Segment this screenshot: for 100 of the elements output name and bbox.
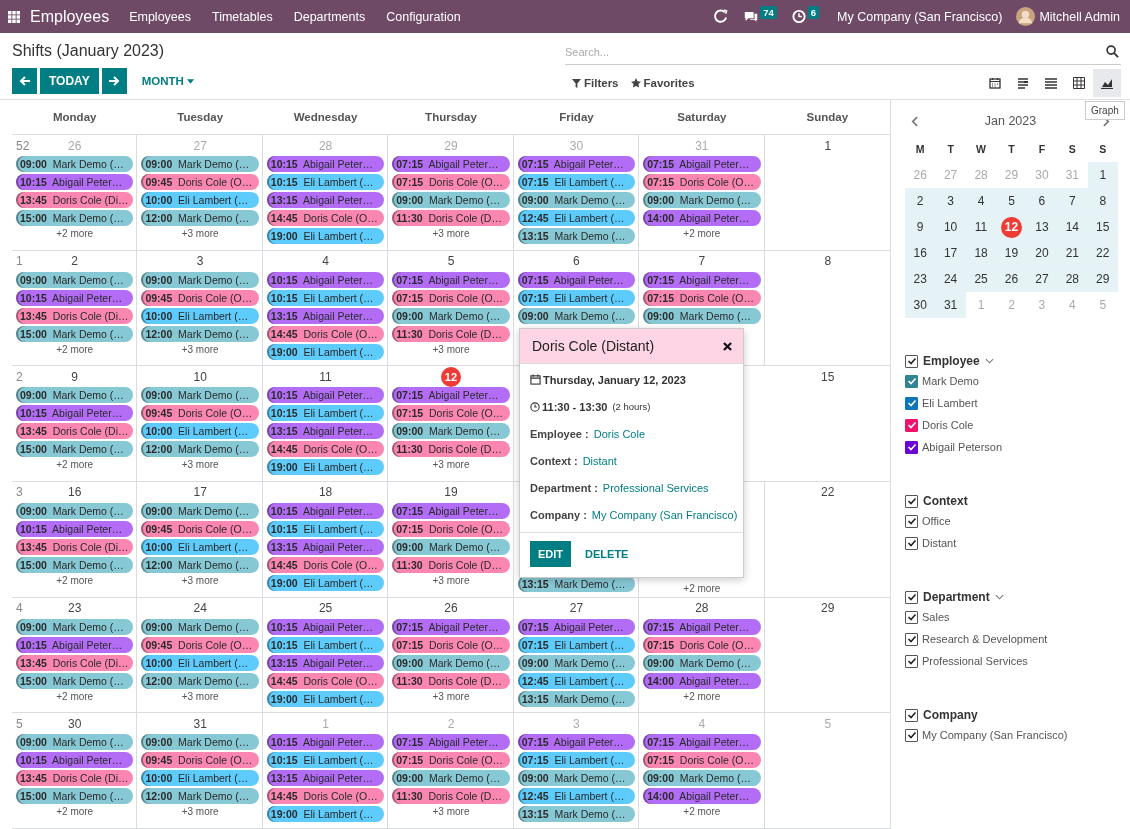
shift-event[interactable]: 14:45 Doris Cole (O… bbox=[266, 441, 385, 458]
shift-event[interactable]: 19:00 Eli Lambert (… bbox=[266, 459, 385, 476]
shift-event[interactable]: 07:15 Eli Lambert (… bbox=[517, 289, 636, 306]
shift-event[interactable]: 09:00 Mark Demo (… bbox=[392, 654, 510, 671]
checkbox[interactable] bbox=[905, 494, 918, 508]
shift-event[interactable]: 15:00 Mark Demo (… bbox=[16, 557, 134, 573]
shift-event[interactable]: 09:00 Mark Demo (… bbox=[141, 618, 259, 635]
shift-event[interactable]: 13:15 Abigail Peter… bbox=[266, 770, 385, 787]
search-icon[interactable] bbox=[1106, 45, 1119, 58]
shift-event[interactable]: 13:45 Doris Cole (Di… bbox=[16, 192, 134, 208]
shift-event[interactable]: 12:00 Mark Demo (… bbox=[141, 210, 259, 226]
shift-event[interactable]: 10:00 Eli Lambert (… bbox=[141, 770, 259, 787]
shift-event[interactable]: 07:15 Abigail Peter… bbox=[643, 734, 761, 751]
more-link[interactable]: +3 more bbox=[141, 343, 259, 355]
shift-event[interactable]: 09:00 Mark Demo (… bbox=[141, 734, 259, 751]
shift-event[interactable]: 07:15 Doris Cole (O… bbox=[392, 636, 510, 653]
shift-event[interactable]: 13:45 Doris Cole (Di… bbox=[16, 654, 134, 671]
shift-event[interactable]: 19:00 Eli Lambert (… bbox=[266, 690, 385, 707]
shift-event[interactable]: 09:00 Mark Demo (… bbox=[16, 156, 134, 172]
shift-event[interactable]: 09:45 Doris Cole (O… bbox=[141, 289, 259, 306]
shift-event[interactable]: 09:00 Mark Demo (… bbox=[392, 770, 510, 787]
shift-event[interactable]: 19:00 Eli Lambert (… bbox=[266, 228, 385, 244]
chevron-left-icon[interactable] bbox=[911, 115, 918, 127]
graph-view-button[interactable] bbox=[1093, 69, 1121, 97]
shift-event[interactable]: 12:00 Mark Demo (… bbox=[141, 325, 259, 342]
app-name[interactable]: Employees bbox=[30, 7, 110, 26]
shift-event[interactable]: 07:15 Doris Cole (O… bbox=[392, 174, 510, 190]
shift-event[interactable]: 12:00 Mark Demo (… bbox=[141, 557, 259, 573]
shift-event[interactable]: 07:15 Abigail Peter… bbox=[643, 156, 761, 172]
shift-event[interactable]: 07:15 Abigail Peter… bbox=[392, 618, 510, 635]
clock-icon[interactable] bbox=[790, 9, 807, 24]
field-value-link[interactable]: My Company (San Francisco) bbox=[591, 508, 738, 521]
shift-event[interactable]: 09:00 Mark Demo (… bbox=[141, 503, 259, 519]
shift-event[interactable]: 10:15 Eli Lambert (… bbox=[266, 405, 385, 422]
more-link[interactable]: +2 more bbox=[16, 343, 134, 355]
shift-event[interactable]: 09:00 Mark Demo (… bbox=[517, 192, 636, 208]
apps-grid-icon[interactable] bbox=[8, 10, 20, 23]
more-link[interactable]: +2 more bbox=[16, 228, 134, 239]
shift-event[interactable]: 07:15 Eli Lambert (… bbox=[517, 752, 636, 769]
shift-event[interactable]: 07:15 Abigail Peter… bbox=[643, 271, 761, 288]
shift-event[interactable]: 07:15 Doris Cole (O… bbox=[392, 521, 510, 537]
shift-event[interactable]: 14:45 Doris Cole (O… bbox=[266, 557, 385, 573]
chat-icon[interactable] bbox=[743, 9, 760, 24]
shift-event[interactable]: 11:30 Doris Cole (D… bbox=[392, 788, 510, 805]
shift-event[interactable]: 13:15 Abigail Peter… bbox=[266, 192, 385, 208]
checkbox[interactable] bbox=[905, 514, 918, 528]
shift-event[interactable]: 07:15 Eli Lambert (… bbox=[517, 636, 636, 653]
shift-event[interactable]: 10:00 Eli Lambert (… bbox=[141, 539, 259, 555]
shift-event[interactable]: 10:15 Abigail Peter… bbox=[16, 174, 134, 190]
shift-event[interactable]: 14:00 Abigail Peter… bbox=[643, 788, 761, 805]
shift-event[interactable]: 09:45 Doris Cole (O… bbox=[141, 174, 259, 190]
previous-button[interactable] bbox=[12, 68, 37, 94]
checkbox[interactable] bbox=[905, 610, 918, 624]
shift-event[interactable]: 15:00 Mark Demo (… bbox=[16, 672, 134, 689]
shift-event[interactable]: 09:00 Mark Demo (… bbox=[141, 271, 259, 288]
shift-event[interactable]: 15:00 Mark Demo (… bbox=[16, 210, 134, 226]
shift-event[interactable]: 11:30 Doris Cole (D… bbox=[392, 325, 510, 342]
shift-event[interactable]: 07:15 Doris Cole (O… bbox=[643, 174, 761, 190]
shift-event[interactable]: 07:15 Abigail Peter… bbox=[392, 271, 510, 288]
more-link[interactable]: +2 more bbox=[643, 228, 761, 239]
menu-item[interactable]: Departments bbox=[293, 9, 366, 24]
shift-event[interactable]: 13:15 Mark Demo (… bbox=[517, 690, 636, 707]
shift-event[interactable]: 14:45 Doris Cole (O… bbox=[266, 210, 385, 226]
more-link[interactable]: +2 more bbox=[643, 806, 761, 818]
shift-event[interactable]: 10:15 Eli Lambert (… bbox=[266, 752, 385, 769]
shift-event[interactable]: 10:15 Abigail Peter… bbox=[16, 521, 134, 537]
shift-event[interactable]: 09:45 Doris Cole (O… bbox=[141, 752, 259, 769]
menu-item[interactable]: Timetables bbox=[212, 9, 273, 24]
shift-event[interactable]: 09:00 Mark Demo (… bbox=[16, 503, 134, 519]
shift-event[interactable]: 09:00 Mark Demo (… bbox=[392, 307, 510, 324]
shift-event[interactable]: 13:15 Mark Demo (… bbox=[517, 228, 636, 244]
shift-event[interactable]: 07:15 Doris Cole (O… bbox=[392, 752, 510, 769]
user-menu[interactable]: Mitchell Admin bbox=[1039, 9, 1120, 24]
shift-event[interactable]: 07:15 Eli Lambert (… bbox=[517, 174, 636, 190]
shift-event[interactable]: 07:15 Doris Cole (O… bbox=[643, 636, 761, 653]
shift-event[interactable]: 09:00 Mark Demo (… bbox=[643, 192, 761, 208]
menu-item[interactable]: Employees bbox=[129, 9, 191, 24]
more-link[interactable]: +3 more bbox=[392, 690, 510, 702]
shift-event[interactable]: 13:15 Mark Demo (… bbox=[517, 806, 636, 823]
shift-event[interactable]: 09:00 Mark Demo (… bbox=[517, 654, 636, 671]
more-link[interactable]: +3 more bbox=[141, 459, 259, 471]
shift-event[interactable]: 14:45 Doris Cole (O… bbox=[266, 325, 385, 342]
shift-event[interactable]: 09:00 Mark Demo (… bbox=[517, 770, 636, 787]
more-link[interactable]: +3 more bbox=[392, 228, 510, 239]
shift-event[interactable]: 09:00 Mark Demo (… bbox=[392, 423, 510, 440]
shift-event[interactable]: 09:00 Mark Demo (… bbox=[643, 770, 761, 787]
shift-event[interactable]: 12:45 Eli Lambert (… bbox=[517, 210, 636, 226]
shift-event[interactable]: 13:15 Abigail Peter… bbox=[266, 307, 385, 324]
shift-event[interactable]: 09:00 Mark Demo (… bbox=[517, 307, 636, 324]
day-number[interactable]: 12 bbox=[1001, 216, 1022, 238]
search-field[interactable]: Search... bbox=[565, 39, 1121, 65]
field-value-link[interactable]: Distant bbox=[582, 454, 617, 467]
shift-event[interactable]: 15:00 Mark Demo (… bbox=[16, 325, 134, 342]
shift-event[interactable]: 07:15 Doris Cole (O… bbox=[643, 289, 761, 306]
shift-event[interactable]: 13:45 Doris Cole (Di… bbox=[16, 770, 134, 787]
more-link[interactable]: +3 more bbox=[392, 806, 510, 818]
shift-event[interactable]: 14:00 Abigail Peter… bbox=[643, 672, 761, 689]
more-link[interactable]: +3 more bbox=[392, 343, 510, 355]
delete-button[interactable]: DELETE bbox=[575, 541, 639, 567]
shift-event[interactable]: 10:15 Abigail Peter… bbox=[266, 734, 385, 751]
